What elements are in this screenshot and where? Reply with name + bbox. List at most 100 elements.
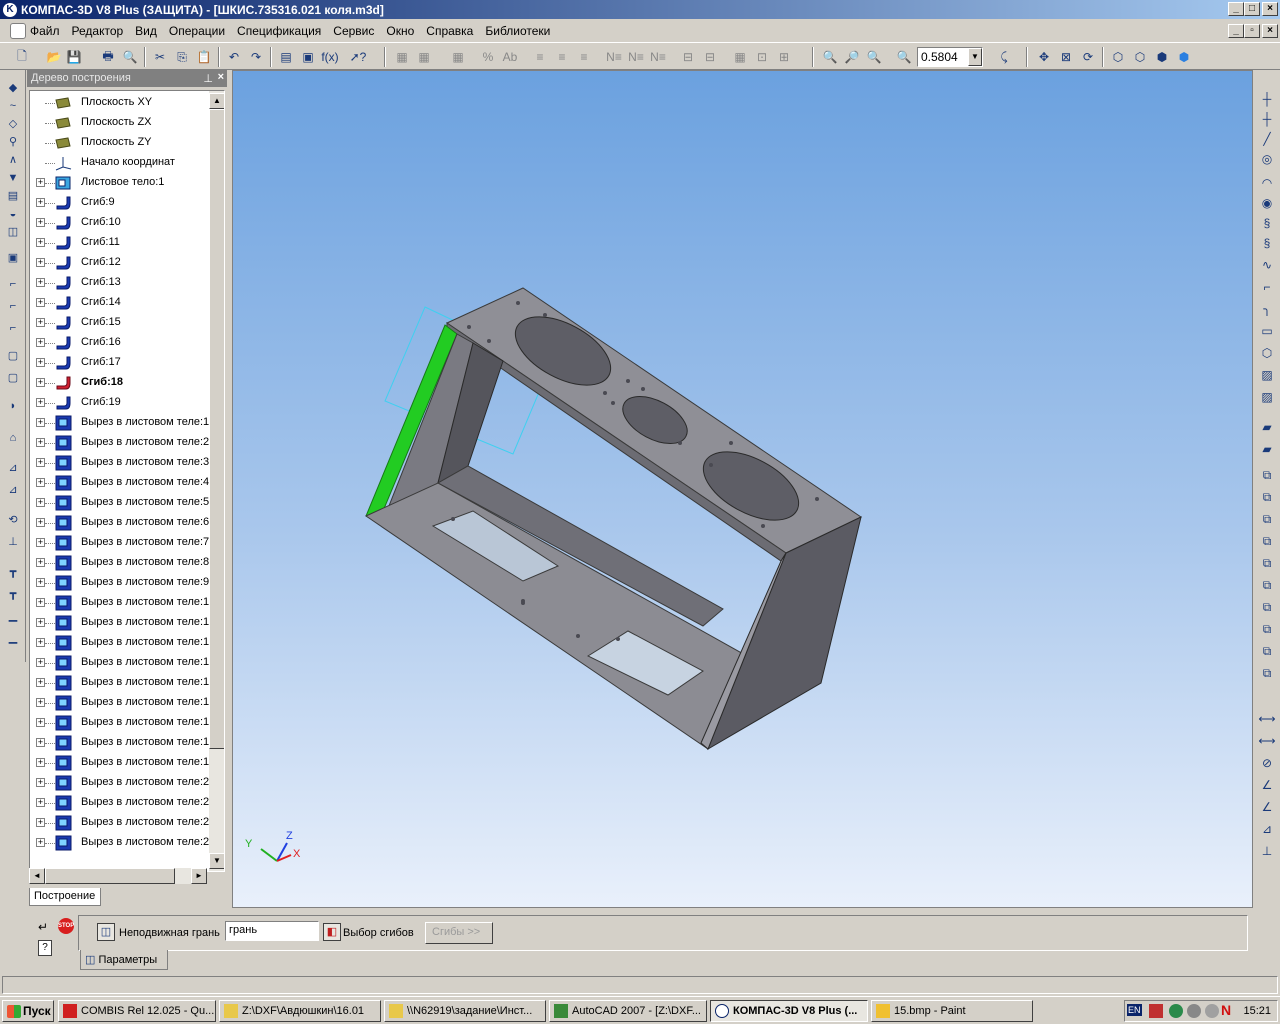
taskbar-item-kompas[interactable]: КОМПАС-3D V8 Plus (... [710,1000,868,1022]
hatch-icon[interactable]: ▨ [1258,366,1276,384]
tree-item[interactable]: + Сгиб:9 [30,193,208,213]
base-icon[interactable]: ⊥ [1258,842,1276,860]
plane-edge-icon[interactable]: ⧉ [1258,598,1276,616]
scroll-down-icon[interactable]: ▼ [209,853,224,869]
wireframe-icon[interactable]: ⬡ [1108,47,1128,67]
plane-tangent-icon[interactable]: ⧉ [1258,554,1276,572]
tray-app-icon[interactable] [1205,1004,1219,1018]
expand-icon[interactable]: + [36,298,45,307]
tray-n-icon[interactable]: N [1221,1002,1231,1018]
scroll-up-icon[interactable]: ▲ [209,93,224,109]
jog-icon[interactable]: ▁ [4,630,22,646]
tree-item[interactable]: + Вырез в листовом теле:9 [30,573,209,593]
plane-normal-icon[interactable]: ⧉ [1258,664,1276,682]
zoom-in-icon[interactable]: 🔍 [820,47,840,67]
fixed-face-icon[interactable]: ◫ [97,923,115,941]
dimension-icon[interactable]: ⟷ [1258,732,1276,750]
hidden-lines-icon[interactable]: ⬡ [1130,47,1150,67]
plane-normal-icon[interactable]: ⧉ [1258,642,1276,660]
tree-item[interactable]: + Вырез в листовом теле:1 [30,733,209,753]
expand-icon[interactable]: + [36,578,45,587]
tree-item[interactable]: Начало координат [30,153,208,173]
tree-item[interactable]: + Вырез в листовом теле:2 [30,433,209,453]
jog-icon[interactable]: ▁ [4,608,22,624]
bend-curve-icon[interactable]: ╮ [1258,300,1276,318]
shaded-edges-icon[interactable]: ⬢ [1174,47,1194,67]
tree-item[interactable]: + Вырез в листовом теле:1 [30,693,209,713]
tree-item[interactable]: + Сгиб:14 [30,293,208,313]
taskbar-item-folder-2[interactable]: \\N62919\задание\Инст... [384,1000,546,1022]
expand-icon[interactable]: + [36,718,45,727]
tree-item[interactable]: + Вырез в листовом теле:1 [30,413,209,433]
redo-icon[interactable]: ↷ [246,47,266,67]
hatch-icon[interactable]: ▨ [1258,388,1276,406]
expand-icon[interactable]: + [36,758,45,767]
fit-icon[interactable]: ⊠ [1056,47,1076,67]
expand-icon[interactable]: + [36,178,45,187]
plane-angle-icon[interactable]: ⧉ [1258,532,1276,550]
expand-icon[interactable]: + [36,438,45,447]
expand-icon[interactable]: + [36,838,45,847]
tree-item[interactable]: + Сгиб:19 [30,393,208,413]
polygon-icon[interactable]: ⬡ [1258,344,1276,362]
shaded-icon[interactable]: ⬢ [1152,47,1172,67]
expand-icon[interactable]: + [36,638,45,647]
tree-item[interactable]: + Листовое тело:1 [30,173,208,193]
unfold-icon[interactable]: ⊿ [4,460,22,476]
radius-icon[interactable]: ⊘ [1258,754,1276,772]
help-icon[interactable]: ? [38,940,52,956]
arc-icon[interactable]: ◠ [1258,174,1276,192]
variables-icon[interactable]: ▣ [298,47,318,67]
angle-icon[interactable]: ∧ [4,152,22,168]
angle-dim-icon[interactable]: ∠ [1258,776,1276,794]
tree-item[interactable]: Плоскость ZY [30,133,208,153]
chevron-down-icon[interactable]: ▼ [968,48,982,66]
minimize-button[interactable]: _ [1228,2,1244,16]
plane-edge-icon[interactable]: ⧉ [1258,620,1276,638]
point-icon[interactable]: ┼ [1258,90,1276,108]
tree-item[interactable]: + Сгиб:16 [30,333,208,353]
menu-view[interactable]: Вид [129,22,163,40]
cube-icon[interactable]: ◆ [4,80,22,96]
mdi-minimize-button[interactable]: _ [1228,24,1244,38]
orientation-icon[interactable]: ⤹ [994,47,1014,67]
network-icon[interactable] [1169,1004,1183,1018]
expand-icon[interactable]: + [36,478,45,487]
expand-icon[interactable]: + [36,358,45,367]
fold-icon[interactable]: ⊿ [4,482,22,498]
tree-item[interactable]: + Вырез в листовом теле:5 [30,493,209,513]
expand-icon[interactable]: + [36,398,45,407]
rotate-tool-icon[interactable]: ⟲ [4,512,22,528]
antivirus-icon[interactable] [1149,1004,1163,1018]
menu-libraries[interactable]: Библиотеки [479,22,556,40]
expand-icon[interactable]: + [36,738,45,747]
rib-icon[interactable]: ┳ [4,586,22,602]
menu-service[interactable]: Сервис [327,22,380,40]
scroll-right-icon[interactable]: ► [191,868,207,884]
start-button[interactable]: Пуск [2,1000,54,1022]
zoom-scale-icon[interactable]: 🔍 [894,47,914,67]
menu-file[interactable]: Файл [26,22,66,40]
rib-icon[interactable]: ┳ [4,564,22,580]
menu-operations[interactable]: Операции [163,22,231,40]
copy-icon[interactable]: ⎘ [172,47,192,67]
tree-item[interactable]: + Вырез в листовом теле:2 [30,773,209,793]
expand-icon[interactable]: + [36,558,45,567]
sheet-icon[interactable]: ◒ [4,206,22,222]
mdi-close-button[interactable]: × [1262,24,1278,38]
menu-edit[interactable]: Редактор [66,22,130,40]
tree-item[interactable]: + Вырез в листовом теле:7 [30,533,209,553]
expand-icon[interactable]: + [36,278,45,287]
shell-icon[interactable]: ⌂ [4,430,22,446]
expand-icon[interactable]: + [36,218,45,227]
spline-icon[interactable]: ∿ [1258,256,1276,274]
bends-button[interactable]: Сгибы >> [425,922,493,944]
select-bends-icon[interactable]: ◧ [323,923,341,941]
bend-line-icon[interactable]: ⌐ [4,298,22,314]
horizontal-scrollbar[interactable]: ◄ ► [29,868,207,884]
tree-item[interactable]: + Сгиб:13 [30,273,208,293]
tree-item[interactable]: + Вырез в листовом теле:2 [30,833,209,853]
print-preview-icon[interactable]: 🔍 [120,47,140,67]
vertical-scrollbar[interactable]: ▲ ▼ [209,91,224,871]
rotate-icon[interactable]: ⟳ [1078,47,1098,67]
